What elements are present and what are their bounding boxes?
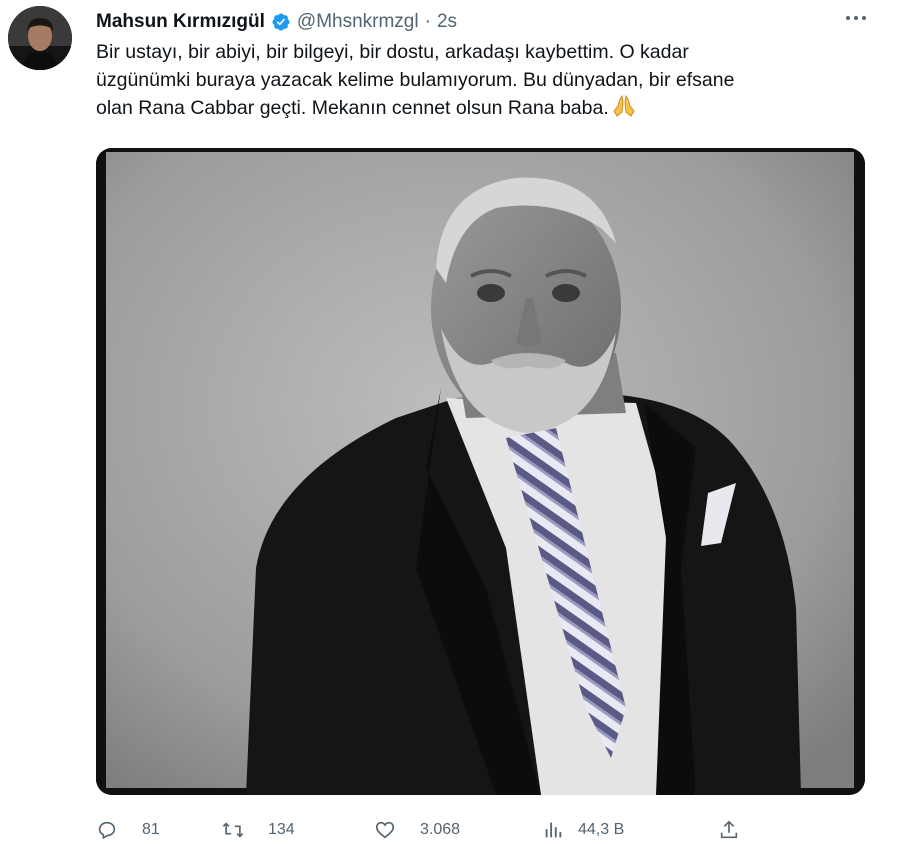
- tweet-text-line: Bir ustayı, bir abiyi, bir bilgeyi, bir …: [96, 41, 689, 63]
- like-icon: [375, 821, 395, 839]
- tweet-text-line: olan Rana Cabbar geçti. Mekanın cennet o…: [96, 94, 886, 126]
- praying-hands-emoji: [611, 94, 637, 126]
- share-button[interactable]: [718, 815, 740, 845]
- reply-icon: [98, 821, 116, 840]
- views-icon: [545, 822, 562, 838]
- avatar-image: [8, 6, 72, 70]
- author-handle[interactable]: @Mhsnkrmzgl: [297, 11, 419, 33]
- share-icon: [720, 820, 738, 839]
- tweet-header: Mahsun Kırmızıgül @Mhsnkrmzgl · 2s: [96, 10, 457, 34]
- portrait-image: [96, 148, 865, 795]
- like-button[interactable]: 3.068: [374, 815, 460, 845]
- verified-badge-icon: [271, 12, 291, 32]
- author-name[interactable]: Mahsun Kırmızıgül: [96, 11, 265, 33]
- avatar[interactable]: [8, 6, 72, 70]
- tweet-actions: 81 134 3.068 44,3 B: [96, 815, 796, 845]
- retweet-button[interactable]: 134: [222, 815, 295, 845]
- views-count: 44,3 B: [578, 821, 625, 838]
- like-count: 3.068: [420, 821, 461, 838]
- views-button[interactable]: 44,3 B: [542, 815, 624, 845]
- retweet-count: 134: [268, 821, 295, 838]
- retweet-icon: [222, 822, 244, 838]
- header-separator: ·: [424, 11, 431, 32]
- reply-button[interactable]: 81: [96, 815, 160, 845]
- tweet-text-line: üzgünümki buraya yazacak kelime bulamıyo…: [96, 69, 735, 91]
- tweet-text: Bir ustayı, bir abiyi, bir bilgeyi, bir …: [96, 38, 886, 126]
- more-options-icon[interactable]: [838, 6, 874, 30]
- tweet-timestamp[interactable]: 2s: [437, 11, 457, 33]
- tweet-text-line-content: olan Rana Cabbar geçti. Mekanın cennet o…: [96, 97, 609, 119]
- reply-count: 81: [142, 821, 160, 838]
- tweet-card[interactable]: Mahsun Kırmızıgül @Mhsnkrmzgl · 2s Bir u…: [0, 0, 900, 863]
- tweet-photo[interactable]: [96, 148, 865, 795]
